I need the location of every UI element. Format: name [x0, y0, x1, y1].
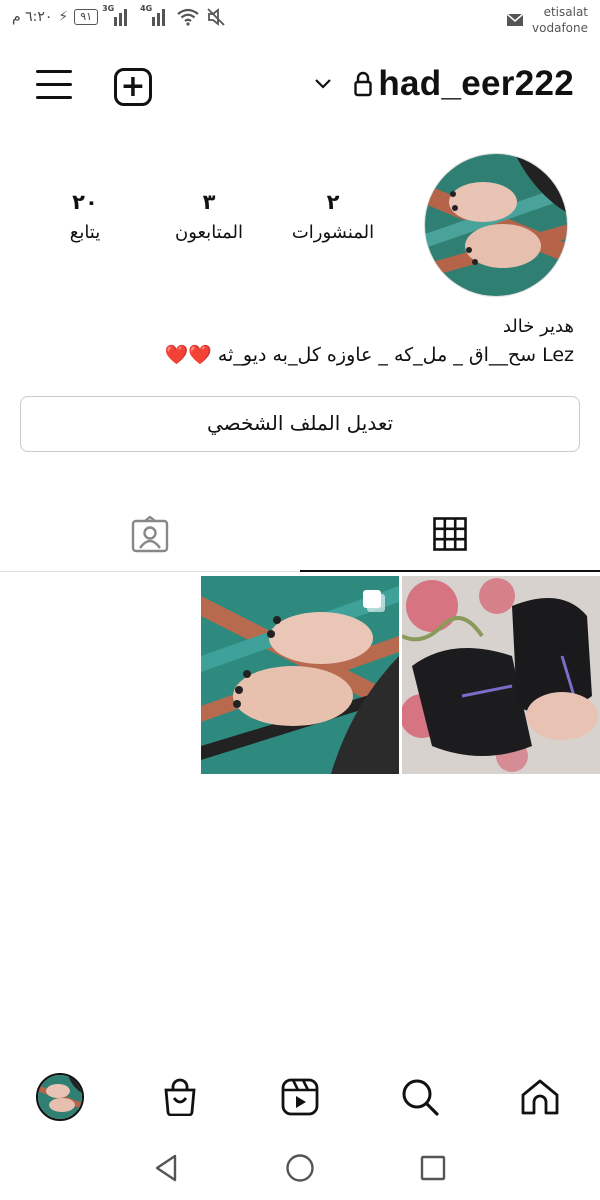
shop-icon[interactable]	[155, 1072, 205, 1122]
tab-grid[interactable]	[300, 498, 600, 572]
stat-value: ٢	[326, 190, 340, 214]
lock-icon	[354, 71, 373, 97]
wifi-icon	[177, 8, 199, 26]
profile-avatar[interactable]	[424, 153, 568, 297]
status-bar: ٦:٢٠ م ⚡ ٩١ 3G 4G etisalat vodafone	[0, 0, 600, 44]
stat-posts[interactable]: ٢ المنشورات	[268, 190, 398, 243]
stat-label: يتابع	[69, 222, 101, 243]
charging-icon: ⚡	[58, 9, 69, 25]
status-left: ٦:٢٠ م ⚡ ٩١ 3G 4G	[12, 4, 226, 26]
bio-line: Lez سح__اق _ مل_كه _ عاوزه كل_به ديو_ثه …	[165, 343, 574, 366]
status-right: etisalat vodafone	[506, 4, 588, 36]
profile-avatar	[36, 1073, 84, 1121]
home-circle-icon[interactable]	[282, 1150, 318, 1186]
bio-text: Lez سح__اق _ مل_كه _ عاوزه كل_به ديو_ثه	[217, 344, 574, 366]
chevron-down-icon[interactable]	[314, 78, 332, 90]
clock: ٦:٢٠ م	[12, 9, 53, 25]
mail-icon	[506, 13, 524, 26]
tab-tagged[interactable]	[0, 498, 300, 572]
search-icon[interactable]	[395, 1072, 445, 1122]
grid-icon	[433, 517, 467, 551]
tagged-icon	[131, 516, 169, 553]
back-icon[interactable]	[148, 1150, 184, 1186]
reels-icon[interactable]	[275, 1072, 325, 1122]
post-thumbnail[interactable]	[402, 576, 600, 774]
multi-photo-icon	[363, 590, 385, 612]
system-nav	[0, 1140, 600, 1194]
post-image	[402, 576, 600, 774]
stat-followers[interactable]: ٣ المتابعون	[144, 190, 274, 243]
profile-bio: هدير خالد Lez سح__اق _ مل_كه _ عاوزه كل_…	[165, 316, 574, 366]
mute-icon	[207, 8, 225, 26]
avatar-image	[425, 154, 567, 296]
signal-icon: 4G	[140, 4, 170, 26]
post-thumbnail[interactable]	[201, 576, 399, 774]
add-post-icon[interactable]: +	[114, 68, 152, 106]
heart-emoji: ❤️❤️	[164, 344, 212, 366]
stat-value: ٣	[202, 190, 216, 214]
battery-level: ٩١	[80, 10, 93, 23]
signal-icon: 3G	[102, 4, 132, 26]
stat-value: ٢٠	[72, 190, 98, 214]
home-icon[interactable]	[515, 1072, 565, 1122]
recents-icon[interactable]	[415, 1150, 451, 1186]
stat-following[interactable]: ٢٠ يتابع	[20, 190, 150, 243]
profile-tab[interactable]	[35, 1072, 85, 1122]
profile-stats: ٢ المنشورات ٣ المتابعون ٢٠ يتابع	[0, 190, 420, 270]
stat-label: المنشورات	[291, 222, 375, 243]
battery-icon: ٩١	[74, 9, 99, 25]
network-type-2: 4G	[140, 4, 153, 13]
carrier-2: vodafone	[532, 21, 588, 35]
menu-icon[interactable]	[36, 70, 72, 102]
edit-profile-button[interactable]: تعديل الملف الشخصي	[20, 396, 580, 452]
network-type-1: 3G	[102, 4, 115, 13]
account-switcher[interactable]: had_eer222	[314, 64, 574, 104]
stat-label: المتابعون	[174, 222, 244, 243]
carriers: etisalat vodafone	[532, 4, 588, 36]
display-name: هدير خالد	[502, 316, 574, 337]
profile-header: + had_eer222	[0, 58, 600, 118]
profile-tabs	[0, 498, 600, 572]
carrier-1: etisalat	[543, 5, 588, 19]
username: had_eer222	[378, 64, 574, 103]
bottom-nav	[0, 1060, 600, 1134]
